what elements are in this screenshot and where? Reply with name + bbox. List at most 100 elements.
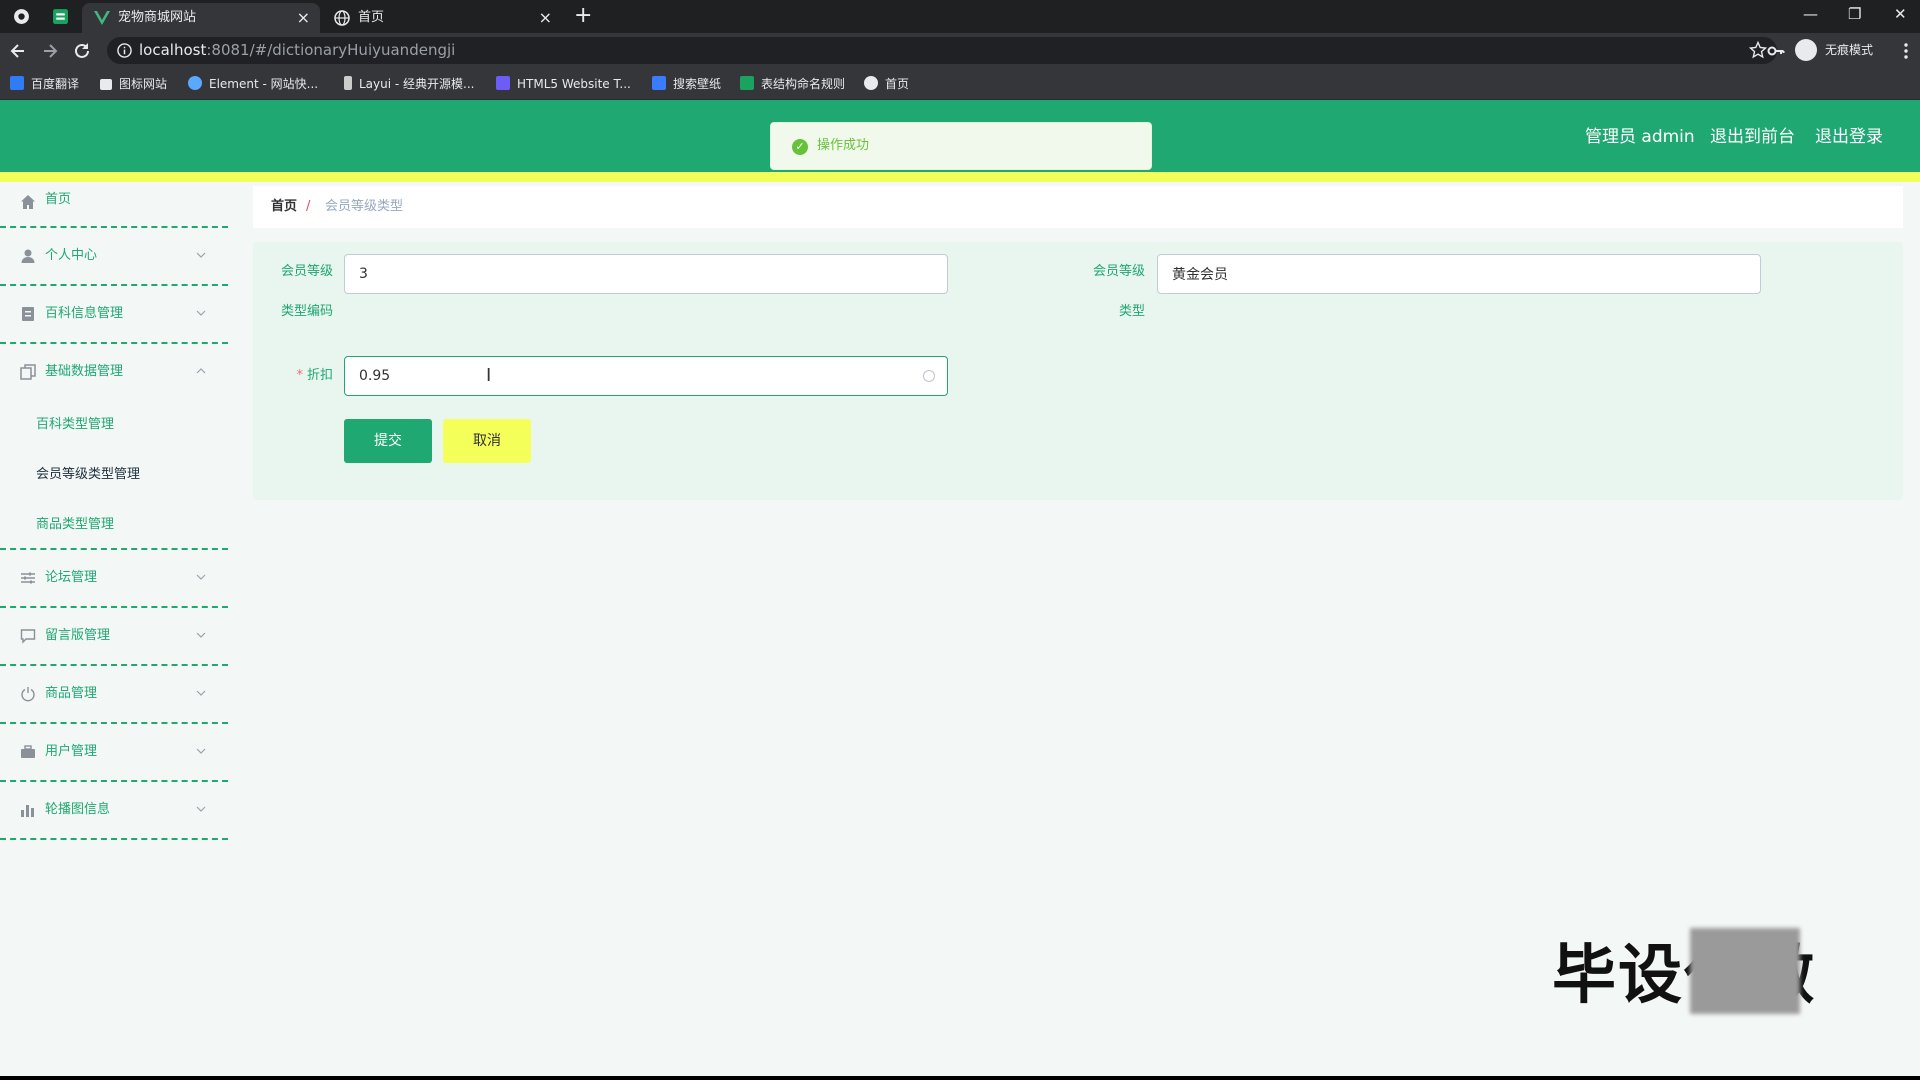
sidebar-item-label: 个人中心	[45, 248, 98, 263]
copy-icon	[20, 364, 36, 380]
new-tab-button[interactable]: +	[574, 2, 592, 30]
forward-icon[interactable]	[40, 41, 60, 61]
sidebar-item-base-data[interactable]: 基础数据管理	[0, 344, 228, 402]
sidebar-item-goods[interactable]: 商品管理	[0, 666, 228, 724]
url-text[interactable]: localhost:8081/#/dictionaryHuiyuandengji	[139, 37, 455, 64]
menu-kebab-icon[interactable]	[1896, 41, 1916, 61]
tab-home[interactable]: 首页 ×	[322, 3, 562, 33]
sidebar-item-label: 轮播图信息	[45, 802, 111, 817]
restore-icon[interactable]: ❐	[1848, 2, 1861, 26]
globe-icon	[864, 76, 878, 90]
wallpaper-icon	[652, 76, 666, 90]
minimize-icon[interactable]: —	[1803, 2, 1818, 26]
sidebar-item-message-board[interactable]: 留言版管理	[0, 608, 228, 666]
chevron-down-icon	[196, 748, 206, 754]
sidebar-subitem-goods-type[interactable]: 商品类型管理	[36, 510, 114, 540]
briefcase-icon	[21, 745, 35, 758]
sidebar-item-label: 百科信息管理	[45, 306, 124, 321]
chevron-down-icon	[196, 310, 206, 316]
sidebar-item-label: 首页	[45, 192, 72, 207]
bookmark-star-icon[interactable]	[1749, 41, 1767, 59]
breadcrumb: 首页 / 会员等级类型	[253, 186, 1903, 228]
browser-tab-bar: 宠物商城网站 × 首页 × + — ❐ ✕	[0, 0, 1920, 33]
clear-icon[interactable]	[923, 370, 935, 382]
bookmark-item[interactable]: 首页	[864, 68, 909, 100]
element-logo-icon	[188, 76, 202, 90]
bookmark-item[interactable]: 图标网站	[100, 68, 167, 100]
globe-icon	[334, 10, 350, 26]
member-level-form: 会员等级 类型编码 会员等级 类型 *折扣 I 提交 取消	[253, 242, 1903, 500]
close-window-icon[interactable]: ✕	[1894, 2, 1907, 26]
sidebar-item-forum[interactable]: 论坛管理	[0, 550, 228, 608]
sidebar-subitem-encyclopedia-type[interactable]: 百科类型管理	[36, 410, 114, 440]
reload-icon[interactable]	[72, 41, 92, 61]
vue-logo-icon	[94, 11, 110, 25]
bookmark-item[interactable]: Element - 网站快...	[188, 68, 318, 100]
sidebar-item-label: 商品管理	[45, 686, 98, 701]
bookmark-item[interactable]: 百度翻译	[10, 68, 79, 100]
user-icon	[21, 249, 35, 263]
layui-logo-icon	[344, 76, 352, 90]
sidebar-item-personal-center[interactable]: 个人中心	[0, 228, 228, 286]
sidebar-item-label: 基础数据管理	[45, 364, 124, 379]
type-name-input[interactable]	[1157, 254, 1761, 294]
incognito-icon	[1795, 39, 1817, 61]
document-icon	[22, 307, 34, 321]
chevron-down-icon	[196, 806, 206, 812]
discount-label: * 折扣	[296, 368, 333, 383]
home-icon	[21, 195, 35, 209]
screen: 宠物商城网站 × 首页 × + — ❐ ✕ localhost:8081/#/d…	[0, 0, 1920, 1080]
sliders-icon	[21, 572, 35, 584]
sidebar-subitem-member-level-type[interactable]: 会员等级类型管理	[36, 460, 140, 490]
header-accent-strip	[0, 172, 1920, 182]
chevron-up-icon	[196, 368, 206, 374]
chevron-down-icon	[196, 690, 206, 696]
bookmark-item[interactable]: 搜索壁纸	[652, 68, 721, 100]
tab-close-icon[interactable]: ×	[539, 3, 552, 33]
discount-input[interactable]	[344, 356, 948, 396]
submit-button[interactable]: 提交	[344, 419, 432, 463]
tab-title: 宠物商城网站	[118, 10, 197, 25]
html5-icon	[496, 76, 510, 90]
sidebar-item-encyclopedia[interactable]: 百科信息管理	[0, 286, 228, 344]
logout-link[interactable]: 退出登录	[1815, 100, 1883, 174]
key-icon[interactable]	[1766, 41, 1786, 61]
chrome-icon[interactable]	[13, 8, 30, 25]
back-to-front-link[interactable]: 退出到前台	[1710, 100, 1795, 174]
sheet-icon	[740, 76, 754, 90]
type-code-input[interactable]	[344, 254, 948, 294]
bookmark-item[interactable]: 表结构命名规则	[740, 68, 845, 100]
breadcrumb-separator: /	[306, 199, 311, 214]
site-info-icon[interactable]	[117, 43, 132, 58]
chevron-down-icon	[196, 252, 206, 258]
browser-toolbar: localhost:8081/#/dictionaryHuiyuandengji…	[0, 33, 1920, 68]
sidebar: 首页 个人中心 百科信息管理 基础数据管理 百科类型管理 会员等级类型管理 商品…	[0, 182, 228, 1080]
sidebar-item-label: 论坛管理	[45, 570, 98, 585]
bookmark-item[interactable]: Layui - 经典开源模...	[344, 68, 474, 100]
back-icon[interactable]	[8, 41, 28, 61]
chevron-down-icon	[196, 632, 206, 638]
power-icon	[21, 687, 35, 702]
breadcrumb-current: 会员等级类型	[325, 199, 404, 214]
chat-icon	[20, 629, 36, 644]
code-label: 会员等级 类型编码	[280, 264, 333, 319]
admin-label: 管理员 admin	[1585, 127, 1695, 147]
tab-title: 首页	[358, 10, 385, 25]
bar-chart-icon	[21, 805, 34, 817]
blur-overlay	[1690, 928, 1800, 1014]
sidebar-item-label: 留言版管理	[45, 628, 111, 643]
tab-close-icon[interactable]: ×	[297, 3, 310, 33]
sidebar-item-home[interactable]: 首页	[0, 182, 228, 228]
bookmark-item[interactable]: HTML5 Website T...	[496, 68, 631, 100]
sidebar-item-carousel[interactable]: 轮播图信息	[0, 782, 228, 840]
breadcrumb-home[interactable]: 首页	[271, 186, 297, 228]
text-cursor-icon: I	[486, 365, 492, 386]
cancel-button[interactable]: 取消	[443, 419, 531, 463]
bookmarks-bar: 百度翻译 图标网站 Element - 网站快... Layui - 经典开源模…	[0, 68, 1920, 100]
tab-pet-shop[interactable]: 宠物商城网站 ×	[82, 3, 320, 33]
toast-message: 操作成功	[817, 138, 870, 153]
sidebar-item-users[interactable]: 用户管理	[0, 724, 228, 782]
pinned-tab-icon[interactable]	[52, 8, 69, 25]
bottom-edge	[0, 1076, 1920, 1080]
address-bar[interactable]: localhost:8081/#/dictionaryHuiyuandengji	[107, 37, 1777, 64]
